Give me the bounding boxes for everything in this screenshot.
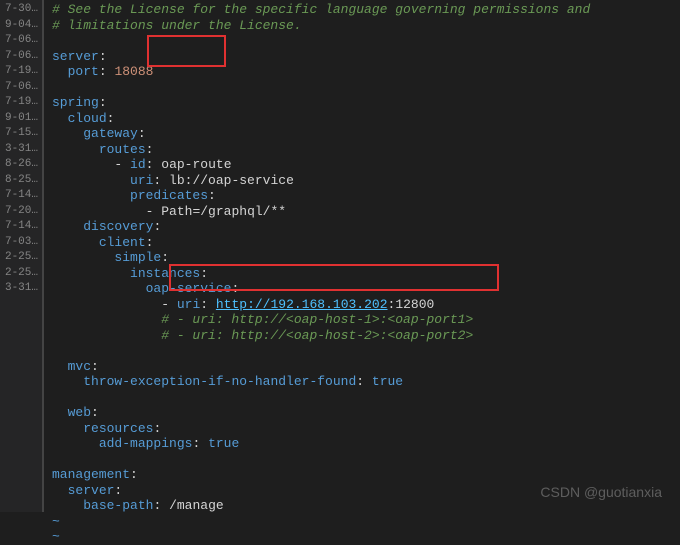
yaml-key: client: [99, 235, 146, 250]
gutter-line: 9-04…: [4, 18, 38, 34]
yaml-key: uri: [130, 173, 153, 188]
yaml-key: predicates: [130, 188, 208, 203]
yaml-value: true: [208, 436, 239, 451]
yaml-key: discovery: [83, 219, 153, 234]
yaml-key: simple: [114, 250, 161, 265]
yaml-key: mvc: [68, 359, 91, 374]
gutter-line: 7-06…: [4, 33, 38, 49]
gutter-line: 7-20…: [4, 204, 38, 220]
tilde: ~: [52, 514, 60, 529]
gutter-line: 3-31…: [4, 142, 38, 158]
yaml-key: oap-service: [146, 281, 232, 296]
gutter-line: 2-25…: [4, 266, 38, 282]
yaml-key: server: [52, 49, 99, 64]
watermark: CSDN @guotianxia: [540, 484, 662, 500]
gutter-line: 7-14…: [4, 219, 38, 235]
yaml-value: :12800: [388, 297, 435, 312]
gutter-line: 2-25…: [4, 250, 38, 266]
gutter: 7-30… 9-04… 7-06… 7-06… 7-19… 7-06… 7-19…: [0, 0, 44, 512]
yaml-value: 18088: [114, 64, 153, 79]
gutter-line: 7-06…: [4, 49, 38, 65]
gutter-line: 8-25…: [4, 173, 38, 189]
gutter-line: 7-14…: [4, 188, 38, 204]
yaml-key: management: [52, 467, 130, 482]
yaml-value: oap-route: [161, 157, 231, 172]
yaml-key: uri: [177, 297, 200, 312]
yaml-key: server: [68, 483, 115, 498]
url-link[interactable]: http://192.168.103.202: [216, 297, 388, 312]
yaml-key: add-mappings: [99, 436, 193, 451]
comment-line: # See the License for the specific langu…: [52, 2, 590, 17]
yaml-value: true: [372, 374, 403, 389]
yaml-key: web: [68, 405, 91, 420]
gutter-line: 7-03…: [4, 235, 38, 251]
yaml-key: throw-exception-if-no-handler-found: [83, 374, 356, 389]
yaml-key: cloud: [68, 111, 107, 126]
gutter-line: 7-06…: [4, 80, 38, 96]
gutter-line: 9-01…: [4, 111, 38, 127]
editor: 7-30… 9-04… 7-06… 7-06… 7-19… 7-06… 7-19…: [0, 0, 680, 512]
yaml-key: instances: [130, 266, 200, 281]
yaml-key: resources: [83, 421, 153, 436]
yaml-key: spring: [52, 95, 99, 110]
comment-line: # - uri: http://<oap-host-1>:<oap-port1>: [161, 312, 473, 327]
gutter-line: 3-31…: [4, 281, 38, 297]
gutter-line: 7-30…: [4, 2, 38, 18]
gutter-line: 7-15…: [4, 126, 38, 142]
comment-line: # - uri: http://<oap-host-2>:<oap-port2>: [161, 328, 473, 343]
gutter-line: 7-19…: [4, 95, 38, 111]
yaml-value: lb://oap-service: [169, 173, 294, 188]
yaml-value: /manage: [169, 498, 224, 513]
code-area[interactable]: # See the License for the specific langu…: [44, 0, 680, 512]
yaml-key: port: [68, 64, 99, 79]
gutter-line: 8-26…: [4, 157, 38, 173]
yaml-key: base-path: [83, 498, 153, 513]
yaml-key: id: [130, 157, 146, 172]
yaml-value: Path=/graphql/**: [161, 204, 286, 219]
comment-line: # limitations under the License.: [52, 18, 302, 33]
tilde: ~: [52, 529, 60, 544]
yaml-key: gateway: [83, 126, 138, 141]
gutter-line: 7-19…: [4, 64, 38, 80]
yaml-key: routes: [99, 142, 146, 157]
